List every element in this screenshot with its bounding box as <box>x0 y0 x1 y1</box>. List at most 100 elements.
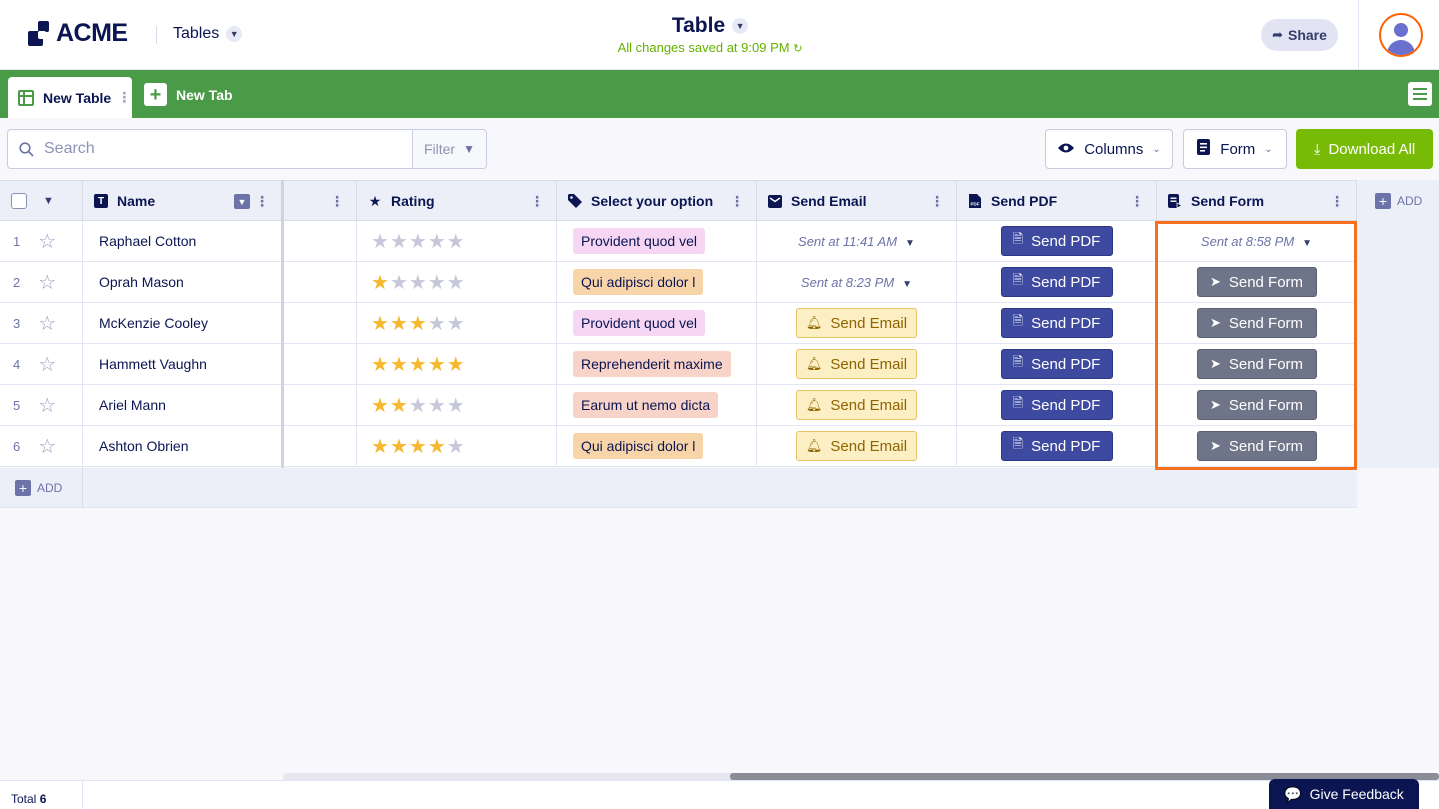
column-header-send-email[interactable]: Send Email ⋮ <box>757 181 957 221</box>
name-cell[interactable]: Raphael Cotton <box>83 221 282 261</box>
favorite-star-icon[interactable]: ☆ <box>38 270 56 295</box>
rating-star-icon[interactable]: ★ <box>371 270 389 295</box>
email-sent-status[interactable]: Sent at 8:23 PM ▼ <box>801 275 912 290</box>
hidden-cell[interactable] <box>284 426 357 466</box>
column-header-rating[interactable]: ★ Rating ⋮ <box>357 181 557 221</box>
rating-star-icon[interactable]: ★ <box>409 393 427 418</box>
name-cell[interactable]: Hammett Vaughn <box>83 344 282 384</box>
send-form-button[interactable]: ➤ Send Form <box>1196 308 1317 338</box>
favorite-star-icon[interactable]: ☆ <box>38 352 56 377</box>
option-cell[interactable]: Provident quod vel <box>557 303 757 343</box>
page-title[interactable]: Table ▼ <box>672 14 749 38</box>
favorite-star-icon[interactable]: ☆ <box>38 434 56 459</box>
add-row-button[interactable]: + ADD <box>15 480 62 496</box>
hidden-cell[interactable] <box>284 344 357 384</box>
rating-star-icon[interactable]: ★ <box>409 229 427 254</box>
rating-star-icon[interactable]: ★ <box>390 229 408 254</box>
option-cell[interactable]: Reprehenderit maxime <box>557 344 757 384</box>
rating-star-icon[interactable]: ★ <box>390 311 408 336</box>
rating-star-icon[interactable]: ★ <box>409 311 427 336</box>
rating-star-icon[interactable]: ★ <box>371 352 389 377</box>
send-pdf-button[interactable]: 🗎︎ Send PDF <box>1000 349 1113 379</box>
tab-new-table[interactable]: New Table ⋮ <box>8 77 132 118</box>
send-email-button[interactable]: 🔔︎ Send Email <box>796 431 917 461</box>
rating-star-icon[interactable]: ★ <box>447 434 465 459</box>
send-pdf-button[interactable]: 🗎︎ Send PDF <box>1000 308 1113 338</box>
column-options-icon[interactable]: ⋮ <box>530 193 544 209</box>
option-cell[interactable]: Provident quod vel <box>557 221 757 261</box>
add-column-button[interactable]: + ADD <box>1375 193 1422 209</box>
tab-options-icon[interactable]: ⋮ <box>117 89 131 106</box>
option-cell[interactable]: Qui adipisci dolor l <box>557 262 757 302</box>
rating-star-icon[interactable]: ★ <box>447 311 465 336</box>
select-all-checkbox[interactable] <box>11 193 27 209</box>
hamburger-menu-icon[interactable] <box>1408 82 1432 106</box>
send-form-button[interactable]: ➤ Send Form <box>1196 267 1317 297</box>
column-options-icon[interactable]: ⋮ <box>255 193 269 209</box>
share-button[interactable]: ➦ Share <box>1261 19 1338 51</box>
favorite-star-icon[interactable]: ☆ <box>38 311 56 336</box>
rating-star-icon[interactable]: ★ <box>371 393 389 418</box>
column-options-icon[interactable]: ⋮ <box>330 193 344 209</box>
user-avatar[interactable] <box>1379 13 1423 57</box>
option-cell[interactable]: Qui adipisci dolor l <box>557 426 757 466</box>
column-header-send-form[interactable]: Send Form ⋮ <box>1157 181 1357 221</box>
form-sent-status[interactable]: Sent at 8:58 PM ▼ <box>1201 234 1312 249</box>
rating-star-icon[interactable]: ★ <box>390 352 408 377</box>
form-button[interactable]: Form ⌄ <box>1183 129 1287 169</box>
send-pdf-button[interactable]: 🗎︎ Send PDF <box>1000 390 1113 420</box>
send-email-button[interactable]: 🔔︎ Send Email <box>796 390 917 420</box>
send-form-button[interactable]: ➤ Send Form <box>1196 390 1317 420</box>
pin-icon[interactable]: ▼ <box>234 194 250 209</box>
send-pdf-button[interactable]: 🗎︎ Send PDF <box>1000 226 1113 256</box>
send-form-button[interactable]: ➤ Send Form <box>1196 349 1317 379</box>
column-header-send-pdf[interactable]: PDF Send PDF ⋮ <box>957 181 1157 221</box>
column-options-icon[interactable]: ⋮ <box>1330 193 1344 209</box>
send-form-button[interactable]: ➤ Send Form <box>1196 431 1317 461</box>
send-pdf-button[interactable]: 🗎︎ Send PDF <box>1000 267 1113 297</box>
tables-menu[interactable]: Tables ▼ <box>173 25 243 43</box>
name-cell[interactable]: Ashton Obrien <box>83 426 282 466</box>
rating-star-icon[interactable]: ★ <box>447 229 465 254</box>
favorite-star-icon[interactable]: ☆ <box>38 393 56 418</box>
favorite-star-icon[interactable]: ☆ <box>38 229 56 254</box>
column-options-icon[interactable]: ⋮ <box>930 193 944 209</box>
rating-star-icon[interactable]: ★ <box>390 434 408 459</box>
send-email-button[interactable]: 🔔︎ Send Email <box>796 308 917 338</box>
columns-button[interactable]: Columns ⌄ <box>1045 129 1173 169</box>
rating-star-icon[interactable]: ★ <box>409 352 427 377</box>
send-email-button[interactable]: 🔔︎ Send Email <box>796 349 917 379</box>
rating-star-icon[interactable]: ★ <box>447 352 465 377</box>
name-cell[interactable]: Ariel Mann <box>83 385 282 425</box>
rating-star-icon[interactable]: ★ <box>428 229 446 254</box>
hidden-cell[interactable] <box>284 262 357 302</box>
rating-star-icon[interactable]: ★ <box>447 393 465 418</box>
hidden-cell[interactable] <box>284 303 357 343</box>
column-options-icon[interactable]: ⋮ <box>1130 193 1144 209</box>
name-cell[interactable]: McKenzie Cooley <box>83 303 282 343</box>
acme-logo[interactable]: ACME <box>28 19 128 48</box>
new-tab-button[interactable]: + New Tab <box>144 83 233 106</box>
chevron-down-icon[interactable]: ▼ <box>43 195 54 207</box>
search-input[interactable] <box>44 130 412 168</box>
rating-star-icon[interactable]: ★ <box>409 434 427 459</box>
rating-star-icon[interactable]: ★ <box>371 434 389 459</box>
rating-star-icon[interactable]: ★ <box>428 270 446 295</box>
rating-star-icon[interactable]: ★ <box>371 229 389 254</box>
rating-star-icon[interactable]: ★ <box>428 311 446 336</box>
hidden-cell[interactable] <box>284 221 357 261</box>
column-options-icon[interactable]: ⋮ <box>730 193 744 209</box>
column-header-option[interactable]: Select your option ⋮ <box>557 181 757 221</box>
rating-star-icon[interactable]: ★ <box>428 393 446 418</box>
send-pdf-button[interactable]: 🗎︎ Send PDF <box>1000 431 1113 461</box>
column-header-name[interactable]: T Name ▼ ⋮ <box>83 181 282 221</box>
give-feedback-button[interactable]: 💬 Give Feedback <box>1269 779 1419 809</box>
rating-star-icon[interactable]: ★ <box>447 270 465 295</box>
rating-star-icon[interactable]: ★ <box>428 434 446 459</box>
rating-star-icon[interactable]: ★ <box>428 352 446 377</box>
rating-star-icon[interactable]: ★ <box>371 311 389 336</box>
download-all-button[interactable]: ⤓ Download All <box>1296 129 1433 169</box>
name-cell[interactable]: Oprah Mason <box>83 262 282 302</box>
email-sent-status[interactable]: Sent at 11:41 AM ▼ <box>798 234 915 249</box>
rating-star-icon[interactable]: ★ <box>390 270 408 295</box>
